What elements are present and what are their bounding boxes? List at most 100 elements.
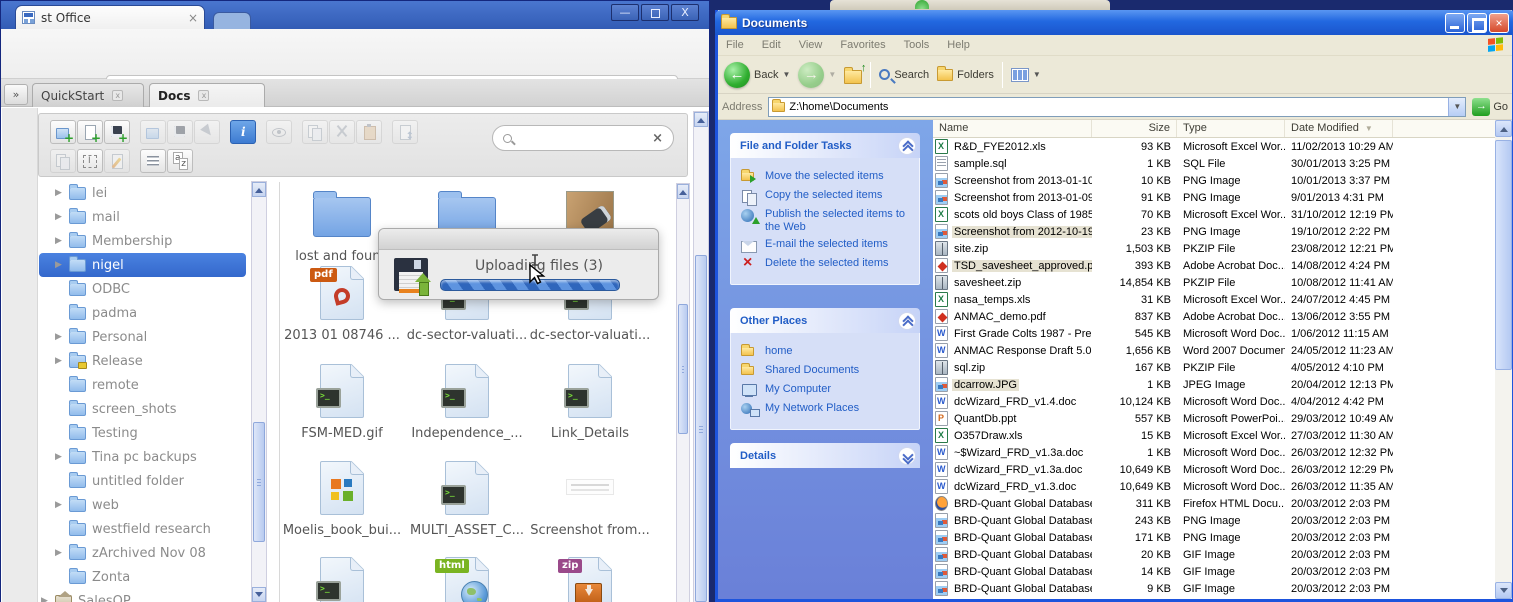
info-button[interactable] — [230, 120, 256, 144]
task-link-e-mail-the-selected-items[interactable]: E-mail the selected items — [741, 238, 915, 253]
maximize-button[interactable] — [641, 4, 669, 21]
file-row[interactable]: dcarrow.JPG1 KBJPEG Image20/04/2012 12:1… — [933, 376, 1512, 393]
save-button[interactable] — [104, 120, 130, 144]
search-box[interactable]: × — [492, 125, 674, 151]
minimize-button[interactable] — [1445, 13, 1465, 33]
tree-item-westfield-research[interactable]: westfield research — [39, 517, 250, 541]
file-row[interactable]: scots old boys Class of 1985.xls70 KBMic… — [933, 206, 1512, 223]
file-row[interactable]: Screenshot from 2012-10-19 ...23 KBPNG I… — [933, 223, 1512, 240]
address-combo[interactable]: Z:\home\Documents ▼ — [768, 97, 1466, 117]
tree-item-padma[interactable]: padma — [39, 301, 250, 325]
expand-arrow-icon[interactable]: ▶ — [55, 260, 63, 270]
list-view-button[interactable] — [140, 149, 166, 173]
task-link-copy-the-selected-items[interactable]: Copy the selected items — [741, 189, 915, 204]
scroll-down-icon[interactable] — [1495, 582, 1512, 599]
tree-item-release[interactable]: ▶Release — [39, 349, 250, 373]
file-row[interactable]: ANMAC Response Draft 5.0.d...1,656 KBWor… — [933, 342, 1512, 359]
edit-button[interactable] — [104, 149, 130, 173]
browser-tab[interactable]: st Office × — [15, 5, 205, 29]
paste-button[interactable] — [356, 120, 382, 144]
tab-close-icon[interactable]: × — [188, 12, 198, 24]
file-row[interactable]: TSD_savesheet_approved.pdf393 KBAdobe Ac… — [933, 257, 1512, 274]
chevron-down-icon[interactable] — [898, 447, 916, 465]
copy-multiple-button[interactable] — [50, 149, 76, 173]
file-row[interactable]: sample.sql1 KBSQL File30/01/2013 3:25 PM — [933, 155, 1512, 172]
file-row[interactable]: BRD-Quant Global Database P...9 KBGIF Im… — [933, 580, 1512, 597]
scrollbar-thumb[interactable] — [678, 304, 688, 434]
grid-file[interactable]: zip — [528, 557, 652, 602]
task-link-shared-documents[interactable]: Shared Documents — [741, 364, 915, 379]
file-row[interactable]: BRD-Quant Global Database P...311 KBFire… — [933, 495, 1512, 512]
task-link-my-network-places[interactable]: My Network Places — [741, 402, 915, 417]
menu-edit[interactable]: Edit — [762, 39, 781, 51]
grid-file[interactable]: Moelis_book_bui... — [280, 461, 404, 538]
new-folder-button[interactable] — [50, 120, 76, 144]
tree-item-zarchived-nov-08[interactable]: ▶zArchived Nov 08 — [39, 541, 250, 565]
tree-item-testing[interactable]: Testing — [39, 421, 250, 445]
tree-item-mail[interactable]: ▶mail — [39, 205, 250, 229]
pane-header[interactable]: File and Folder Tasks — [730, 133, 920, 158]
explorer-titlebar[interactable]: Documents × — [715, 10, 1513, 35]
grid-file[interactable] — [280, 557, 404, 602]
new-tab-button[interactable] — [213, 12, 251, 29]
grid-file[interactable]: FSM-MED.gif — [280, 364, 404, 441]
copy-button[interactable] — [302, 120, 328, 144]
tree-item-untitled-folder[interactable]: untitled folder — [39, 469, 250, 493]
address-dropdown-button[interactable]: ▼ — [1448, 98, 1465, 116]
select-region-button[interactable] — [77, 149, 103, 173]
sort-alpha-button[interactable] — [167, 149, 193, 173]
tab-close-icon[interactable]: x — [112, 90, 123, 101]
maximize-button[interactable] — [1467, 13, 1487, 33]
file-row[interactable]: O357Draw.xls15 KBMicrosoft Excel Wor...2… — [933, 427, 1512, 444]
more-tabs-button[interactable]: » — [4, 84, 28, 105]
file-row[interactable]: BRD-Quant Global Database P...171 KBPNG … — [933, 529, 1512, 546]
tree-scrollbar[interactable] — [251, 181, 267, 602]
scroll-up-icon[interactable] — [694, 112, 708, 127]
page-scrollbar[interactable] — [693, 111, 709, 602]
file-row[interactable]: First Grade Colts 1987 - Premi...545 KBM… — [933, 325, 1512, 342]
expand-arrow-icon[interactable]: ▶ — [55, 452, 63, 462]
file-row[interactable]: dcWizard_FRD_v1.3.doc10,649 KBMicrosoft … — [933, 478, 1512, 495]
column-header-size[interactable]: Size — [1092, 120, 1177, 137]
file-row[interactable]: dcWizard_FRD_v1.4.doc10,124 KBMicrosoft … — [933, 393, 1512, 410]
scroll-up-icon[interactable] — [677, 184, 689, 199]
search-button[interactable]: Search — [879, 69, 929, 81]
chevron-up-icon[interactable] — [898, 137, 916, 155]
grid-file[interactable]: Screenshot from... — [528, 461, 652, 538]
expand-arrow-icon[interactable]: ▶ — [55, 188, 63, 198]
file-row[interactable]: nasa_temps.xls31 KBMicrosoft Excel Wor..… — [933, 291, 1512, 308]
preview-eye-button[interactable] — [266, 120, 292, 144]
tree-item-membership[interactable]: ▶Membership — [39, 229, 250, 253]
tree-item-salesop[interactable]: ▶SalesOP — [39, 589, 250, 602]
expand-arrow-icon[interactable]: ▶ — [55, 500, 63, 510]
menu-help[interactable]: Help — [947, 39, 970, 51]
scrollbar-thumb[interactable] — [695, 255, 707, 602]
pane-header[interactable]: Other Places — [730, 308, 920, 333]
menu-tools[interactable]: Tools — [904, 39, 930, 51]
pane-header[interactable]: Details — [730, 443, 920, 468]
tree-item-screen-shots[interactable]: screen_shots — [39, 397, 250, 421]
tree-item-zonta[interactable]: Zonta — [39, 565, 250, 589]
file-row[interactable]: BRD-Quant Global Database P...243 KBPNG … — [933, 512, 1512, 529]
minimize-button[interactable]: — — [611, 4, 639, 21]
grid-file[interactable]: html — [405, 557, 529, 602]
file-row[interactable]: BRD-Quant Global Database P...20 KBGIF I… — [933, 546, 1512, 563]
column-header-name[interactable]: Name — [933, 120, 1092, 137]
close-button[interactable]: X — [671, 4, 699, 21]
save2-button[interactable] — [167, 120, 193, 144]
tree-item-lei[interactable]: ▶lei — [39, 181, 250, 205]
task-link-delete-the-selected-items[interactable]: Delete the selected items — [741, 257, 915, 272]
task-link-move-the-selected-items[interactable]: Move the selected items — [741, 170, 915, 185]
go-button[interactable]: → Go — [1472, 98, 1508, 116]
grid-file[interactable]: Link_Details — [528, 364, 652, 441]
scroll-up-icon[interactable] — [252, 182, 266, 197]
expand-arrow-icon[interactable]: ▶ — [55, 212, 63, 222]
file-row[interactable]: savesheet.zip14,854 KBPKZIP File10/08/20… — [933, 274, 1512, 291]
duplicate-button[interactable] — [140, 120, 166, 144]
file-row[interactable]: Screenshot from 2013-01-10 ...10 KBPNG I… — [933, 172, 1512, 189]
app-tab-docs[interactable]: Docs x — [149, 83, 265, 107]
browser-titlebar[interactable]: st Office × — X — [1, 1, 709, 29]
scroll-down-icon[interactable] — [252, 587, 266, 602]
tab-close-icon[interactable]: x — [198, 90, 209, 101]
file-grid-scrollbar[interactable] — [676, 183, 690, 602]
